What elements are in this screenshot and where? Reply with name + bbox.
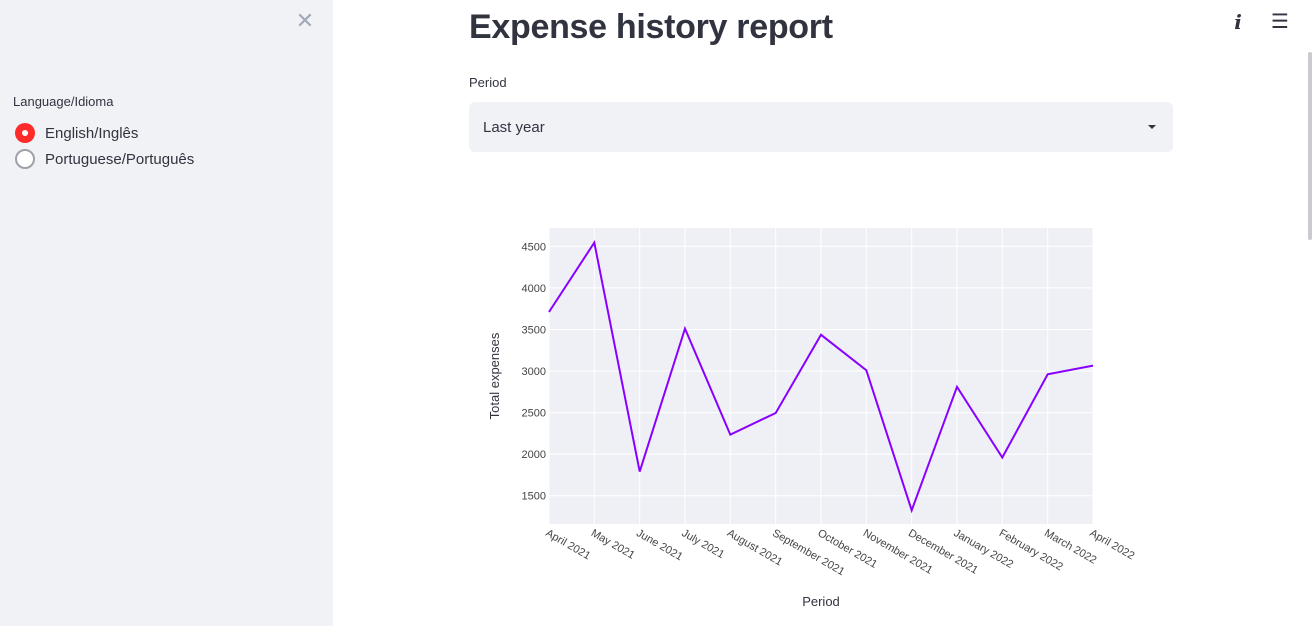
radio-label-english: English/Inglês <box>45 124 139 142</box>
y-tick-label: 4500 <box>522 241 546 253</box>
top-toolbar: i ☰ <box>1228 10 1290 34</box>
sidebar: ✕ Language/Idioma English/Inglês Portugu… <box>0 0 333 626</box>
radio-label-portuguese: Portuguese/Português <box>45 150 195 168</box>
radio-unchecked-icon[interactable] <box>15 149 35 169</box>
x-tick-label: June 2021 <box>634 527 685 563</box>
period-select[interactable]: Last year <box>469 102 1173 152</box>
radio-option-english[interactable]: English/Inglês <box>15 122 138 144</box>
x-tick-label: April 2021 <box>544 527 593 562</box>
y-axis-label: Total expenses <box>487 332 502 419</box>
close-sidebar-icon[interactable]: ✕ <box>293 9 317 33</box>
y-tick-label: 1500 <box>522 491 546 503</box>
info-icon[interactable]: i <box>1228 10 1248 34</box>
period-select-value: Last year <box>483 118 545 136</box>
radio-option-portuguese[interactable]: Portuguese/Português <box>15 148 194 170</box>
period-label: Period <box>469 75 507 90</box>
scrollbar[interactable] <box>1308 52 1312 240</box>
x-tick-label: May 2021 <box>589 527 637 562</box>
radio-checked-icon[interactable] <box>15 123 35 143</box>
hamburger-menu-icon[interactable]: ☰ <box>1270 10 1290 34</box>
y-tick-label: 4000 <box>522 283 546 295</box>
x-tick-label: July 2021 <box>680 527 727 561</box>
y-tick-label: 3500 <box>522 324 546 336</box>
y-tick-label: 3000 <box>522 366 546 378</box>
x-axis-label: Period <box>802 594 840 609</box>
y-tick-label: 2000 <box>522 449 546 461</box>
page-title: Expense history report <box>469 8 833 46</box>
chevron-down-icon <box>1148 125 1156 129</box>
y-tick-label: 2500 <box>522 408 546 420</box>
expense-line-chart: 1500 2000 2500 3000 3500 4000 4500 April 2021Ma… <box>487 228 1136 609</box>
language-label: Language/Idioma <box>13 94 114 109</box>
